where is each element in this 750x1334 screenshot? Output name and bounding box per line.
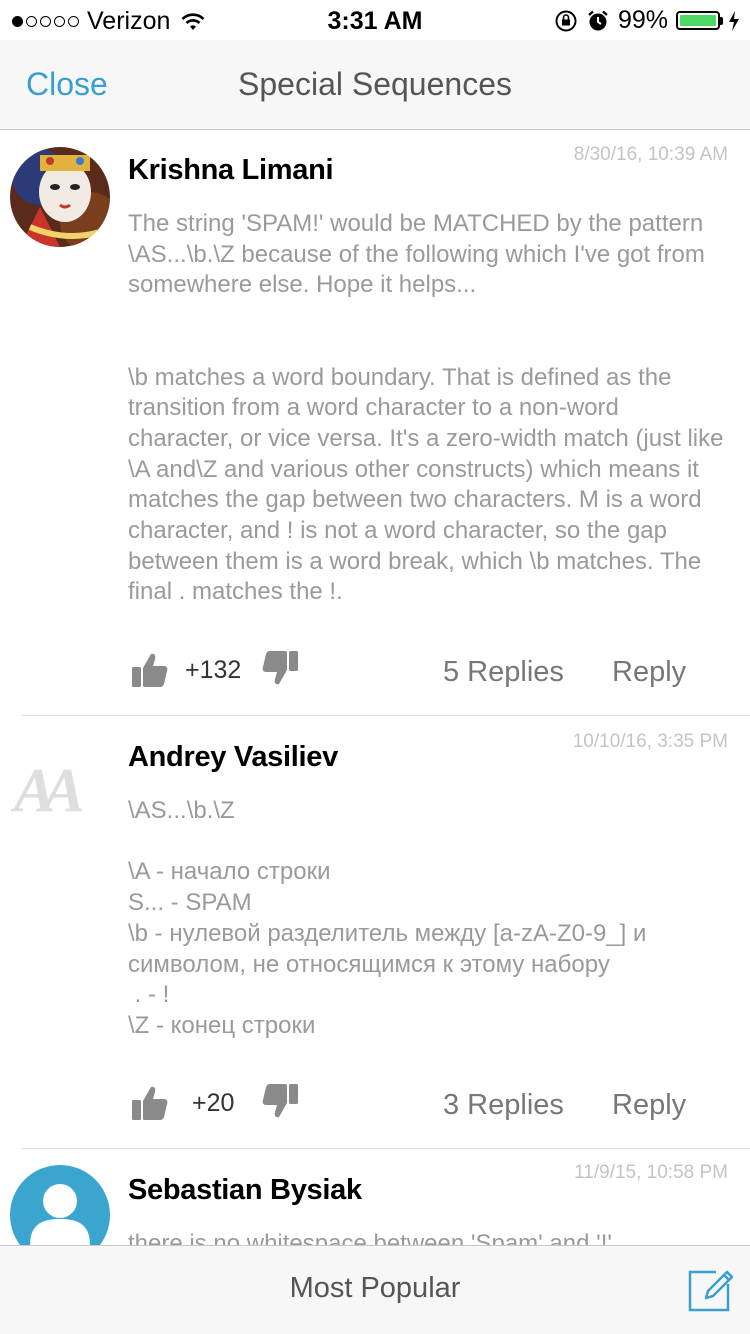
rotation-lock-icon: [555, 10, 577, 31]
divider: [22, 1148, 750, 1149]
thumbs-down-icon[interactable]: [260, 648, 300, 688]
reply-button[interactable]: Reply: [612, 656, 686, 689]
comment-date: 11/9/15, 10:58 PM: [574, 1162, 728, 1183]
comment-body: The string 'SPAM!' would be MATCHED by t…: [128, 210, 724, 606]
thumbs-up-icon[interactable]: [130, 650, 170, 690]
comment-author[interactable]: Sebastian Bysiak: [128, 1174, 362, 1207]
comment-body: there is no whitespace between 'Spam' an…: [128, 1230, 612, 1246]
replies-button[interactable]: 3 Replies: [443, 1089, 564, 1122]
comment-actions: +20 3 Replies Reply: [0, 1081, 750, 1131]
comment-author[interactable]: Krishna Limani: [128, 154, 334, 187]
avatar[interactable]: AA: [10, 734, 110, 834]
vote-count: +20: [192, 1089, 235, 1117]
thumbs-down-icon[interactable]: [260, 1081, 300, 1121]
reply-button[interactable]: Reply: [612, 1089, 686, 1122]
comment-date: 8/30/16, 10:39 AM: [573, 144, 728, 165]
comment-body: \AS...\b.\Z \A - начало строки S... - SP…: [128, 797, 647, 1039]
thumbs-up-icon[interactable]: [130, 1083, 170, 1123]
avatar[interactable]: [10, 1165, 110, 1246]
avatar[interactable]: [10, 147, 110, 247]
vote-count: +132: [185, 656, 242, 684]
user-placeholder-icon: [30, 1184, 90, 1245]
bottom-toolbar: Most Popular: [0, 1245, 750, 1334]
charging-bolt-icon: [729, 10, 739, 31]
compose-icon[interactable]: [686, 1264, 736, 1314]
battery-percent: 99%: [617, 6, 668, 34]
comments-feed[interactable]: Krishna Limani 8/30/16, 10:39 AM The str…: [0, 130, 750, 1246]
battery-icon: [676, 11, 723, 30]
comment-actions: +132 5 Replies Reply: [0, 648, 750, 698]
avatar-image: [10, 147, 110, 247]
nav-bar: Close Special Sequences: [0, 40, 750, 130]
replies-button[interactable]: 5 Replies: [443, 656, 564, 689]
comment-date: 10/10/16, 3:35 PM: [572, 731, 728, 752]
status-bar: Verizon 3:31 AM 99%: [0, 0, 750, 40]
divider: [22, 715, 750, 716]
page-title: Special Sequences: [238, 66, 512, 102]
avatar-initials: AA: [14, 757, 85, 825]
sort-selector[interactable]: Most Popular: [0, 1272, 750, 1305]
alarm-icon: [588, 10, 608, 30]
status-right: 99%: [554, 6, 740, 35]
comment-author[interactable]: Andrey Vasiliev: [128, 741, 338, 774]
